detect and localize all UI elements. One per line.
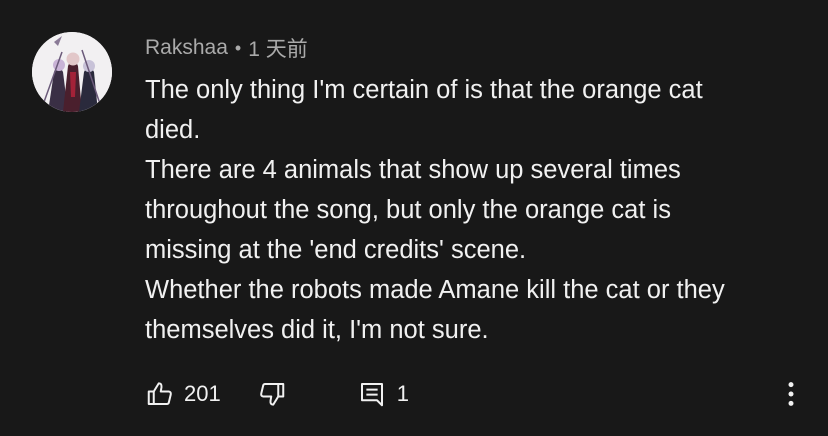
- comment-reply-icon: [357, 379, 387, 409]
- comment-text-line: themselves did it, I'm not sure.: [145, 316, 489, 344]
- like-count: 201: [184, 381, 221, 406]
- timestamp[interactable]: 1 天前: [248, 33, 308, 63]
- more-options-button[interactable]: [776, 378, 806, 410]
- comment-text-line: The only thing I'm certain of is that th…: [145, 76, 703, 104]
- comment-actions: 201 1: [145, 375, 409, 413]
- author-name[interactable]: Rakshaa: [145, 36, 228, 60]
- comment-header: Rakshaa • 1 天前: [145, 34, 308, 62]
- avatar-image: [32, 32, 112, 112]
- comment-text-line: throughout the song, but only the orange…: [145, 196, 671, 224]
- dislike-button[interactable]: [257, 379, 287, 409]
- comment-text-line: died.: [145, 116, 201, 144]
- thumbs-up-icon: [145, 379, 175, 409]
- reply-count: 1: [396, 381, 409, 406]
- comment-text-line: missing at the 'end credits' scene.: [145, 236, 527, 264]
- separator-dot: •: [234, 37, 242, 58]
- like-button[interactable]: 201: [145, 379, 221, 409]
- thumbs-down-icon: [257, 379, 287, 409]
- reply-button[interactable]: 1: [357, 379, 409, 409]
- more-vertical-icon: [776, 379, 806, 409]
- comment-item: Rakshaa • 1 天前 The only thing I'm certai…: [0, 0, 828, 436]
- comment-text: The only thing I'm certain of is that th…: [145, 70, 805, 350]
- comment-text-line: Whether the robots made Amane kill the c…: [145, 276, 725, 304]
- avatar[interactable]: [32, 32, 112, 112]
- comment-text-line: There are 4 animals that show up several…: [145, 156, 681, 184]
